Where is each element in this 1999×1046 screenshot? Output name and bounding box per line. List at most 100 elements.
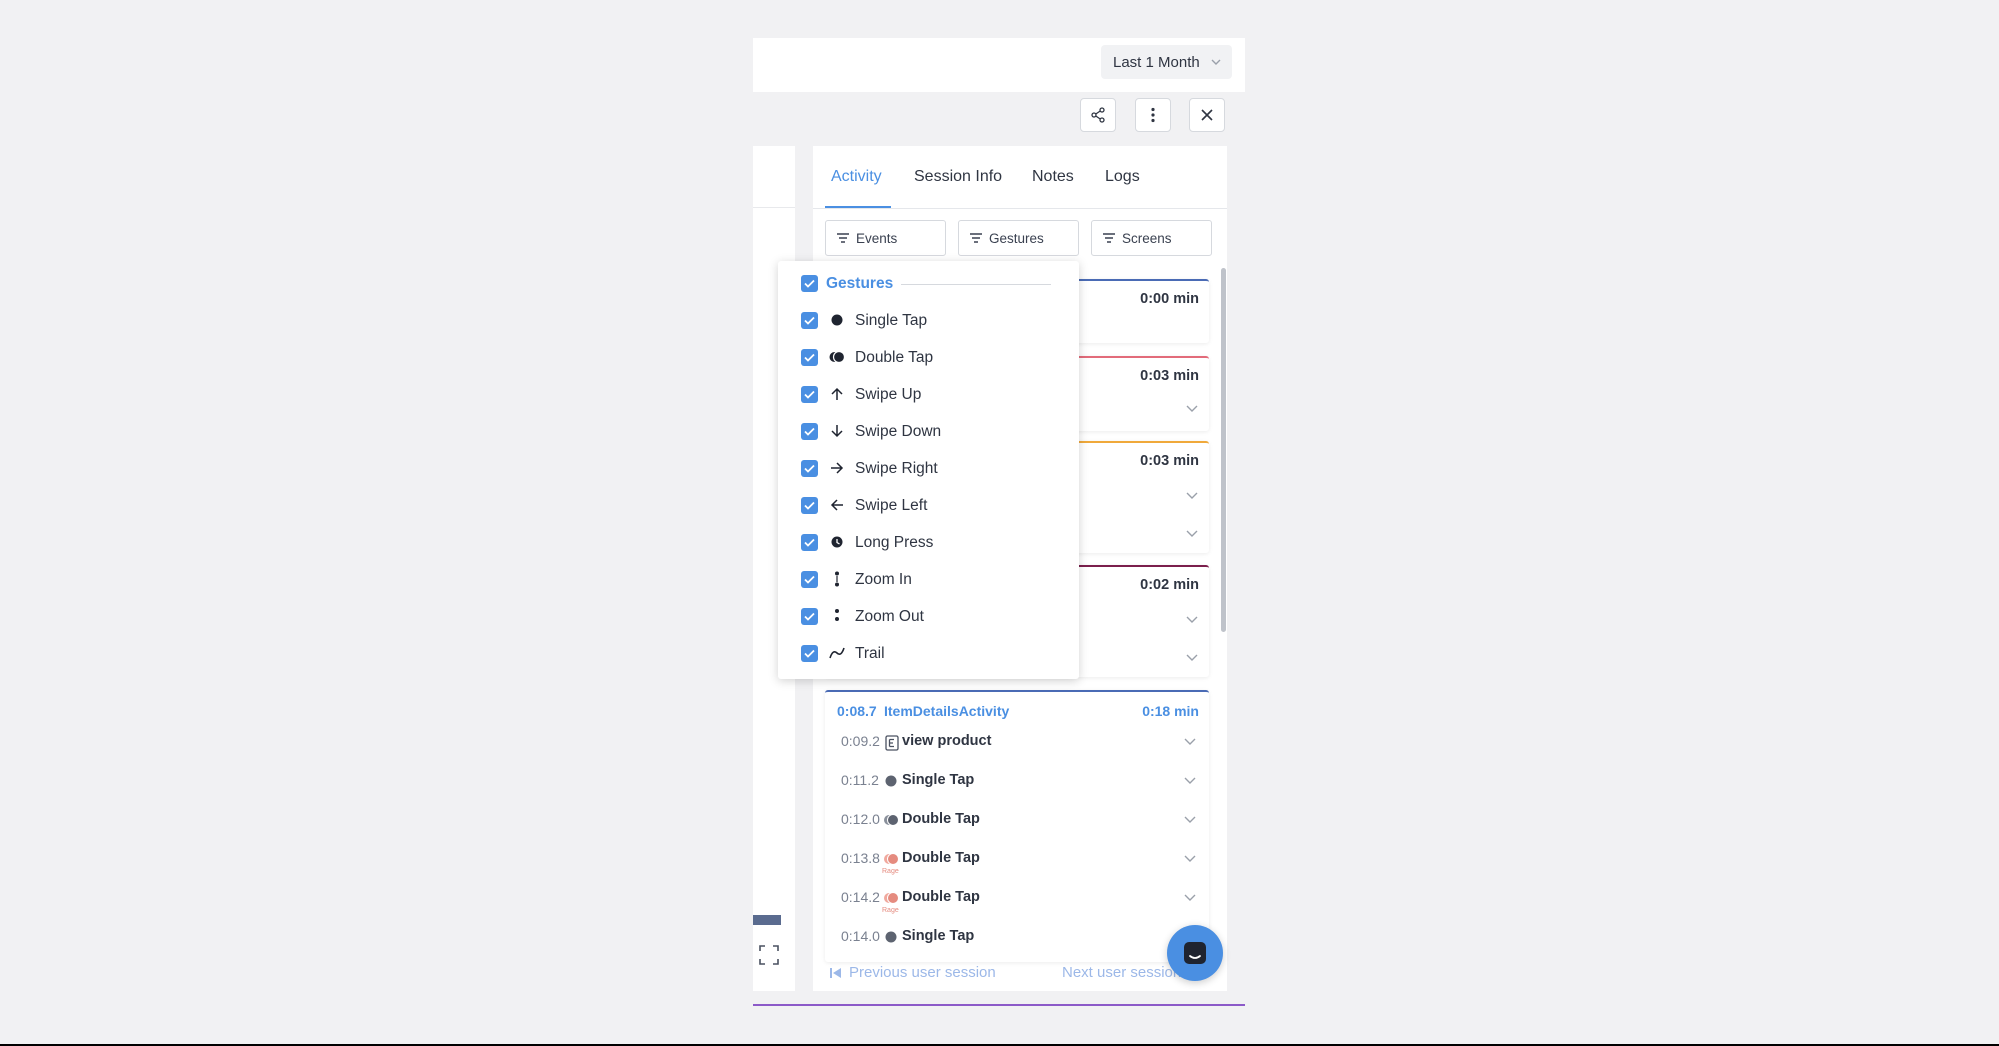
card-duration: 0:03 min: [1140, 453, 1199, 469]
rail-scroll-indicator[interactable]: [753, 915, 781, 925]
close-button[interactable]: [1189, 98, 1225, 132]
rage-double-tap-icon: [884, 853, 899, 865]
screens-filter-button[interactable]: Screens: [1091, 220, 1212, 256]
event-timestamp: 0:13.8: [841, 850, 880, 866]
long-press-icon: [829, 534, 845, 550]
arrow-left-icon: [829, 497, 845, 513]
more-options-button[interactable]: [1135, 98, 1171, 132]
gestures-filter-label: Gestures: [989, 230, 1044, 246]
gesture-option-label: Swipe Up: [855, 386, 922, 403]
event-icon: [885, 735, 899, 751]
checkbox[interactable]: [801, 645, 818, 662]
fullscreen-icon: [759, 945, 779, 965]
event-label: Double Tap: [902, 811, 980, 827]
event-label: Single Tap: [902, 928, 975, 944]
gesture-option-label: Trail: [855, 645, 885, 662]
single-tap-icon: [885, 931, 897, 943]
previous-session-link[interactable]: Previous user session: [829, 964, 996, 981]
share-button[interactable]: [1080, 98, 1116, 132]
filter-icon: [1103, 233, 1115, 243]
checkmark-icon: [804, 353, 815, 362]
single-tap-icon: [885, 775, 897, 787]
checkmark-icon: [804, 427, 815, 436]
chevron-down-icon[interactable]: [1183, 734, 1197, 748]
gesture-option-swipe-left[interactable]: Swipe Left: [778, 491, 1079, 521]
fullscreen-button[interactable]: [756, 942, 782, 968]
arrow-down-icon: [829, 423, 845, 439]
gesture-option-zoom-in[interactable]: Zoom In: [778, 565, 1079, 595]
screen-timestamp: 0:08.7: [837, 703, 877, 719]
zoom-in-icon: [829, 571, 845, 587]
screen-activity-card: 0:08.7 ItemDetailsActivity 0:18 min 0:09…: [825, 690, 1209, 962]
chevron-down-icon[interactable]: [1185, 526, 1199, 540]
gestures-menu-header: Gestures: [826, 275, 894, 292]
next-session-label: Next user session: [1062, 964, 1182, 981]
gesture-option-double-tap[interactable]: Double Tap: [778, 343, 1079, 373]
gesture-option-zoom-out[interactable]: Zoom Out: [778, 602, 1079, 632]
chevron-down-icon: [1211, 59, 1221, 65]
tab-notes[interactable]: Notes: [1032, 168, 1074, 186]
double-tap-icon: [829, 349, 845, 365]
gesture-option-label: Zoom In: [855, 571, 912, 588]
checkbox[interactable]: [801, 275, 818, 292]
tab-activity[interactable]: Activity: [831, 168, 882, 186]
close-icon: [1201, 109, 1213, 121]
date-range-dropdown[interactable]: Last 1 Month: [1101, 45, 1232, 79]
checkbox[interactable]: [801, 349, 818, 366]
gesture-option-swipe-right[interactable]: Swipe Right: [778, 454, 1079, 484]
arrow-right-icon: [829, 460, 845, 476]
filter-icon: [837, 233, 849, 243]
screen-name[interactable]: ItemDetailsActivity: [884, 703, 1009, 719]
event-row[interactable]: 0:12.0 Double Tap: [825, 808, 1209, 846]
event-timestamp: 0:14.0: [841, 928, 880, 944]
chevron-down-icon[interactable]: [1183, 812, 1197, 826]
chevron-down-icon[interactable]: [1185, 650, 1199, 664]
chevron-down-icon[interactable]: [1185, 612, 1199, 626]
checkbox[interactable]: [801, 312, 818, 329]
checkbox[interactable]: [801, 423, 818, 440]
checkbox[interactable]: [801, 386, 818, 403]
date-range-label: Last 1 Month: [1113, 53, 1200, 71]
chevron-down-icon[interactable]: [1183, 773, 1197, 787]
gestures-select-all[interactable]: Gestures: [778, 269, 1079, 299]
event-row[interactable]: 0:13.8 Rage Double Tap: [825, 847, 1209, 885]
kebab-menu-icon: [1151, 107, 1155, 123]
event-row[interactable]: 0:14.0 Single Tap: [825, 925, 1209, 963]
gesture-option-long-press[interactable]: Long Press: [778, 528, 1079, 558]
checkmark-icon: [804, 538, 815, 547]
checkbox[interactable]: [801, 608, 818, 625]
event-row[interactable]: 0:09.2 view product: [825, 730, 1209, 768]
gesture-option-swipe-up[interactable]: Swipe Up: [778, 380, 1079, 410]
gesture-option-label: Long Press: [855, 534, 934, 551]
panel-scrollbar[interactable]: [1221, 268, 1226, 632]
gesture-option-single-tap[interactable]: Single Tap: [778, 306, 1079, 336]
bottom-accent-line: [753, 1004, 1245, 1006]
checkbox[interactable]: [801, 497, 818, 514]
event-label: Double Tap: [902, 889, 980, 905]
event-timestamp: 0:14.2: [841, 889, 880, 905]
checkmark-icon: [804, 390, 815, 399]
chevron-down-icon[interactable]: [1183, 890, 1197, 904]
chevron-down-icon[interactable]: [1185, 401, 1199, 415]
gesture-option-swipe-down[interactable]: Swipe Down: [778, 417, 1079, 447]
events-filter-button[interactable]: Events: [825, 220, 946, 256]
gesture-option-label: Single Tap: [855, 312, 928, 329]
gesture-option-label: Swipe Left: [855, 497, 928, 514]
event-row[interactable]: 0:11.2 Single Tap: [825, 769, 1209, 807]
chevron-down-icon[interactable]: [1185, 488, 1199, 502]
chat-launcher-button[interactable]: [1167, 925, 1223, 981]
gesture-option-trail[interactable]: Trail: [778, 639, 1079, 669]
tab-session-info[interactable]: Session Info: [914, 168, 1002, 186]
single-tap-icon: [829, 312, 845, 328]
checkbox[interactable]: [801, 534, 818, 551]
tab-bar: Activity Session Info Notes Logs: [813, 146, 1227, 209]
tab-logs[interactable]: Logs: [1105, 168, 1140, 186]
gestures-filter-button[interactable]: Gestures: [958, 220, 1079, 256]
rage-badge: Rage: [882, 868, 899, 875]
skip-previous-icon: [830, 967, 841, 978]
checkbox[interactable]: [801, 571, 818, 588]
event-row[interactable]: 0:14.2 Rage Double Tap: [825, 886, 1209, 924]
rage-badge: Rage: [882, 907, 899, 914]
chevron-down-icon[interactable]: [1183, 851, 1197, 865]
checkbox[interactable]: [801, 460, 818, 477]
